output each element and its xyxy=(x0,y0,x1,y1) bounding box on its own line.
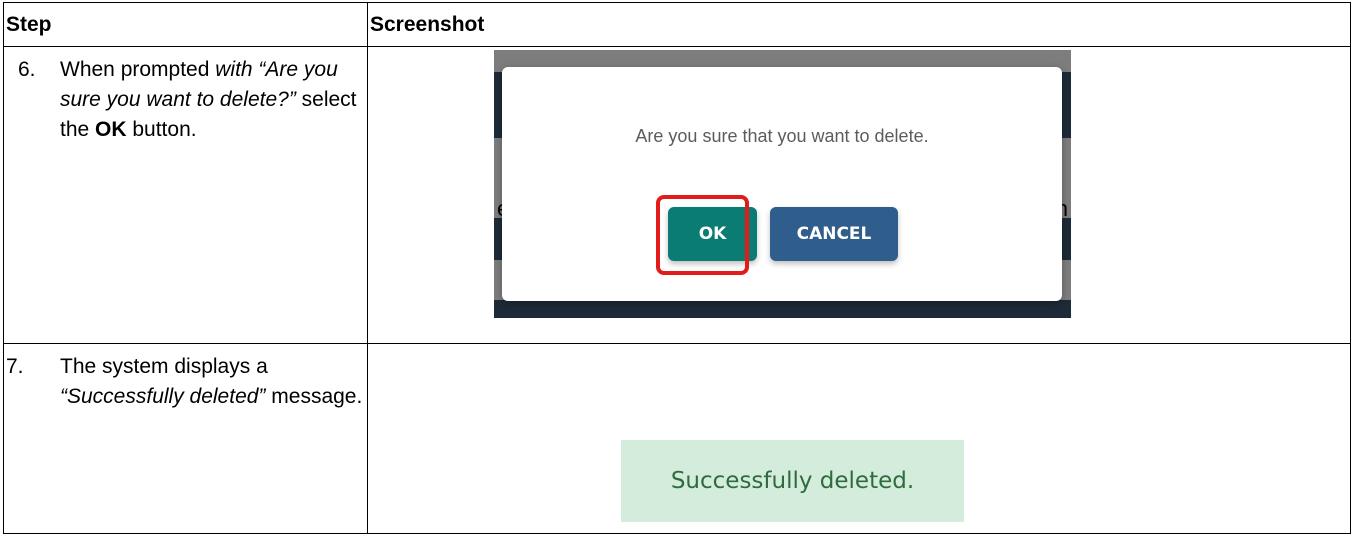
step-instruction: The system displays a “Successfully dele… xyxy=(60,355,363,409)
table-row: 6. When prompted with “Are you sure you … xyxy=(3,46,1351,345)
confirm-dialog: Are you sure that you want to delete. OK… xyxy=(502,67,1062,302)
table-row: 7. The system displays a “Successfully d… xyxy=(3,343,1351,534)
header-step: Step xyxy=(3,1,368,48)
step-instruction: When prompted with “Are you sure you wan… xyxy=(60,58,357,142)
ok-button-highlight xyxy=(656,195,749,276)
delete-confirm-screenshot: e n Are you sure that you want to delete… xyxy=(494,50,1071,319)
step-cell: 6. When prompted with “Are you sure you … xyxy=(3,46,368,345)
dialog-message: Are you sure that you want to delete. xyxy=(635,126,929,147)
cancel-button[interactable]: CANCEL xyxy=(770,207,898,262)
step-number: 7. xyxy=(6,355,24,379)
screenshot-cell: e n Are you sure that you want to delete… xyxy=(367,46,1351,345)
success-message: Successfully deleted. xyxy=(621,440,964,523)
screenshot-cell: Successfully deleted. xyxy=(367,343,1351,534)
step-number: 6. xyxy=(18,58,36,82)
table-header-row: Step Screenshot xyxy=(3,1,1351,48)
header-screenshot: Screenshot xyxy=(367,1,1351,48)
step-cell: 7. The system displays a “Successfully d… xyxy=(3,343,368,534)
instruction-table: Step Screenshot 6. When prompted with “A… xyxy=(3,1,1351,534)
